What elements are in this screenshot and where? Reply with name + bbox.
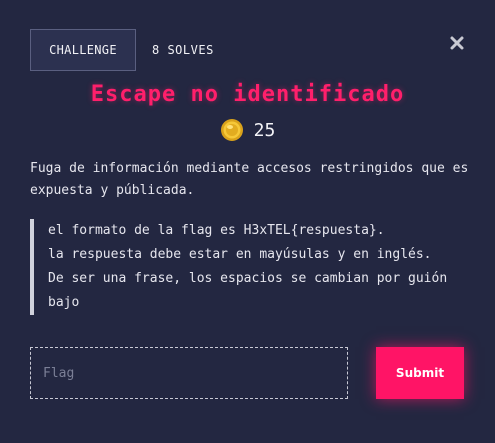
hint-line: la respuesta debe estar en mayúsulas y e… [48, 247, 432, 262]
coin-icon [220, 119, 243, 141]
tab-solves[interactable]: 8 SOLVES [152, 29, 214, 71]
points-value: 25 [253, 119, 276, 141]
hint-line: De ser una frase, los espacios se cambia… [48, 271, 455, 310]
hint-line: el formato de la flag es H3xTEL{respuest… [48, 223, 385, 238]
challenge-title: Escape no identificado [90, 82, 405, 107]
challenge-description: Fuga de información mediante accesos res… [30, 161, 469, 198]
submit-button[interactable]: Submit [376, 347, 464, 399]
flag-input[interactable] [30, 347, 348, 399]
close-icon[interactable] [449, 35, 465, 51]
tab-challenge[interactable]: CHALLENGE [30, 29, 136, 71]
hint-blockquote: el formato de la flag es H3xTEL{respuest… [30, 219, 470, 315]
points-display: 25 [0, 118, 495, 142]
